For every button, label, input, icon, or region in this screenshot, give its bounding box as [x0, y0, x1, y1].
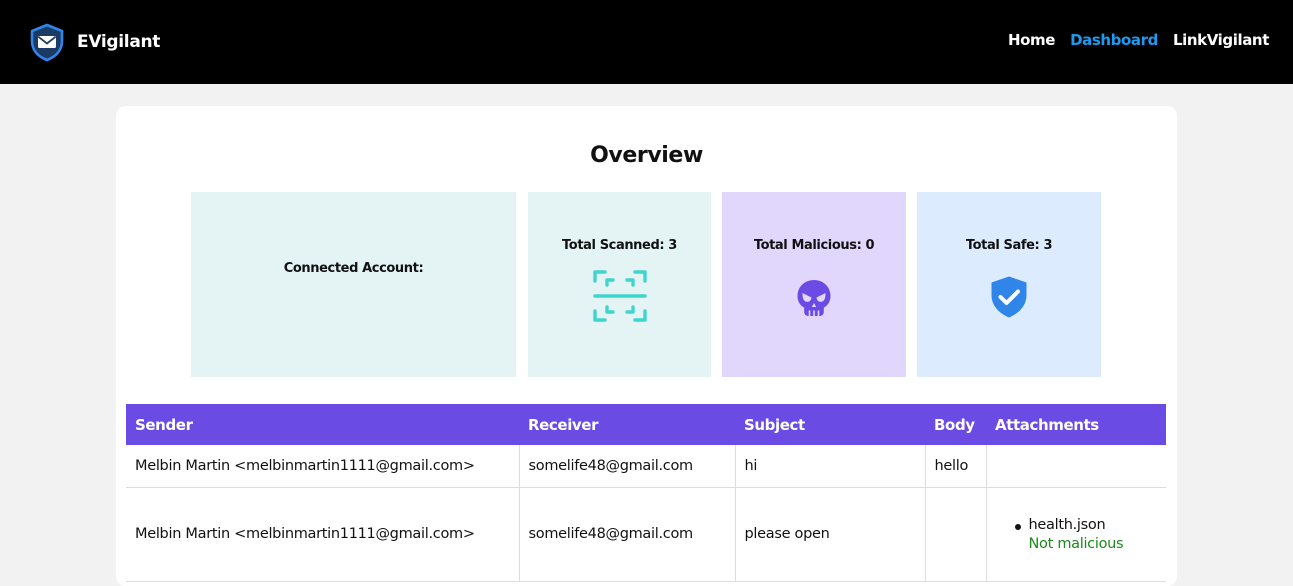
shield-check-icon — [991, 276, 1027, 318]
page-title: Overview — [590, 143, 703, 168]
subject-cell: please open — [735, 487, 926, 582]
main-nav: Home Dashboard LinkVigilant — [1008, 31, 1269, 49]
total-safe-card: Total Safe: 3 — [917, 192, 1101, 377]
attachment-name: health.json — [1028, 516, 1106, 533]
column-header-body: Body — [934, 415, 975, 434]
attachments-cell — [986, 445, 1166, 488]
attachments-cell: health.json Not malicious — [986, 487, 1166, 582]
total-malicious-label: Total Malicious: 0 — [753, 238, 875, 253]
receiver-cell: somelife48@gmail.com — [519, 487, 736, 582]
total-malicious-card: Total Malicious: 0 — [722, 192, 906, 377]
table-row[interactable]: Melbin Martin <melbinmartin1111@gmail.co… — [126, 445, 1166, 488]
skull-icon — [797, 280, 831, 316]
connected-account-label: Connected Account: — [283, 261, 424, 276]
brand[interactable]: EVigilant — [27, 22, 160, 62]
column-header-sender: Sender — [135, 415, 193, 434]
nav-home-link[interactable]: Home — [1008, 31, 1055, 49]
table-header-row: Sender Receiver Subject Body Attachments — [126, 404, 1166, 445]
column-header-receiver: Receiver — [528, 415, 599, 434]
sender-cell: Melbin Martin <melbinmartin1111@gmail.co… — [126, 487, 520, 582]
total-scanned-card: Total Scanned: 3 — [528, 192, 711, 377]
scan-icon — [593, 270, 647, 322]
overview-card: Overview Connected Account: Total Scanne… — [116, 106, 1177, 586]
receiver-cell: somelife48@gmail.com — [519, 445, 736, 488]
subject-cell: hi — [735, 445, 926, 488]
app-name: EVigilant — [77, 32, 161, 52]
email-table: Sender Receiver Subject Body Attachments… — [126, 404, 1166, 582]
total-safe-label: Total Safe: 3 — [965, 238, 1053, 253]
column-header-attachments: Attachments — [995, 415, 1099, 434]
table-row[interactable]: Melbin Martin <melbinmartin1111@gmail.co… — [126, 487, 1166, 582]
shield-envelope-icon — [30, 23, 64, 62]
connected-account-card: Connected Account: — [191, 192, 516, 377]
total-scanned-label: Total Scanned: 3 — [562, 238, 677, 253]
bullet-icon — [1014, 523, 1021, 530]
column-header-subject: Subject — [744, 415, 805, 434]
sender-cell: Melbin Martin <melbinmartin1111@gmail.co… — [126, 445, 520, 488]
body-cell: hello — [925, 445, 987, 488]
body-cell — [925, 487, 987, 582]
nav-dashboard-link[interactable]: Dashboard — [1070, 31, 1158, 49]
attachment-item[interactable]: health.json Not malicious — [1014, 516, 1158, 552]
attachment-status: Not malicious — [1028, 535, 1124, 552]
nav-linkvigilant-link[interactable]: LinkVigilant — [1173, 31, 1269, 49]
top-navbar: EVigilant Home Dashboard LinkVigilant — [0, 0, 1293, 84]
